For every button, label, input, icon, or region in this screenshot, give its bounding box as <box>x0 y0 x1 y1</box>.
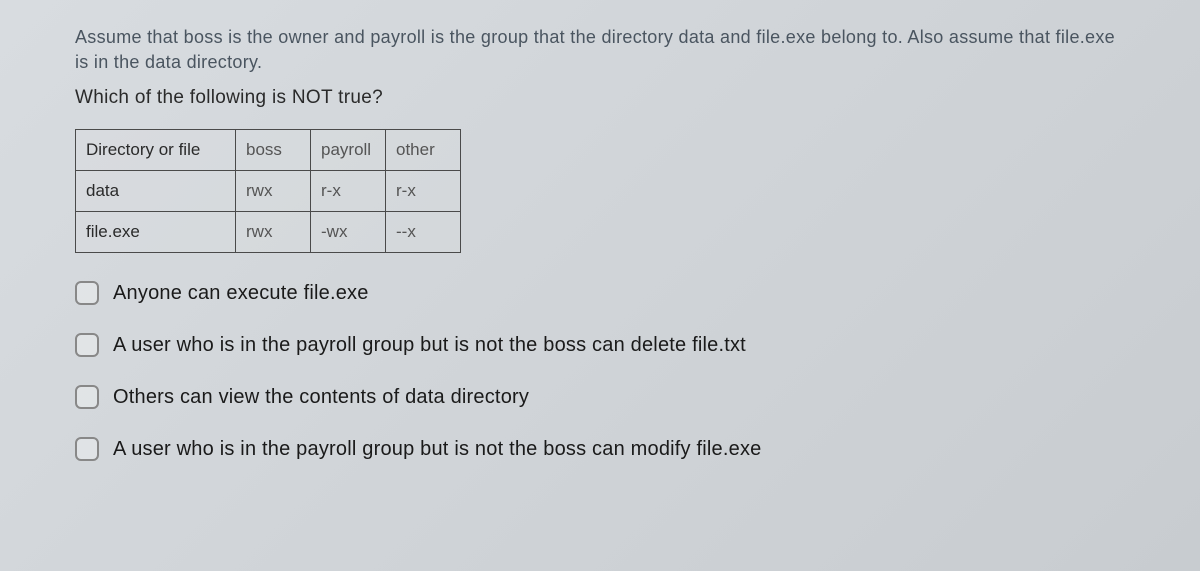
option-row-1[interactable]: A user who is in the payroll group but i… <box>75 333 1125 357</box>
option-text: Anyone can execute file.exe <box>113 282 369 305</box>
checkbox-icon[interactable] <box>75 437 99 461</box>
table-row: data rwx r-x r-x <box>76 171 461 212</box>
row-payroll: -wx <box>311 212 386 253</box>
row-other: --x <box>386 212 461 253</box>
option-row-0[interactable]: Anyone can execute file.exe <box>75 281 1125 305</box>
table-header-row: Directory or file boss payroll other <box>76 130 461 171</box>
table-row: file.exe rwx -wx --x <box>76 212 461 253</box>
checkbox-icon[interactable] <box>75 333 99 357</box>
checkbox-icon[interactable] <box>75 281 99 305</box>
option-row-2[interactable]: Others can view the contents of data dir… <box>75 385 1125 409</box>
header-other: other <box>386 130 461 171</box>
row-payroll: r-x <box>311 171 386 212</box>
header-name: Directory or file <box>76 130 236 171</box>
row-boss: rwx <box>236 212 311 253</box>
row-name: data <box>76 171 236 212</box>
option-row-3[interactable]: A user who is in the payroll group but i… <box>75 437 1125 461</box>
option-text: A user who is in the payroll group but i… <box>113 438 761 461</box>
header-payroll: payroll <box>311 130 386 171</box>
question-main: Which of the following is NOT true? <box>75 87 1125 109</box>
row-boss: rwx <box>236 171 311 212</box>
row-name: file.exe <box>76 212 236 253</box>
header-boss: boss <box>236 130 311 171</box>
option-text: A user who is in the payroll group but i… <box>113 334 746 357</box>
option-text: Others can view the contents of data dir… <box>113 386 529 409</box>
checkbox-icon[interactable] <box>75 385 99 409</box>
question-intro: Assume that boss is the owner and payrol… <box>75 25 1125 75</box>
row-other: r-x <box>386 171 461 212</box>
permissions-table: Directory or file boss payroll other dat… <box>75 129 461 253</box>
